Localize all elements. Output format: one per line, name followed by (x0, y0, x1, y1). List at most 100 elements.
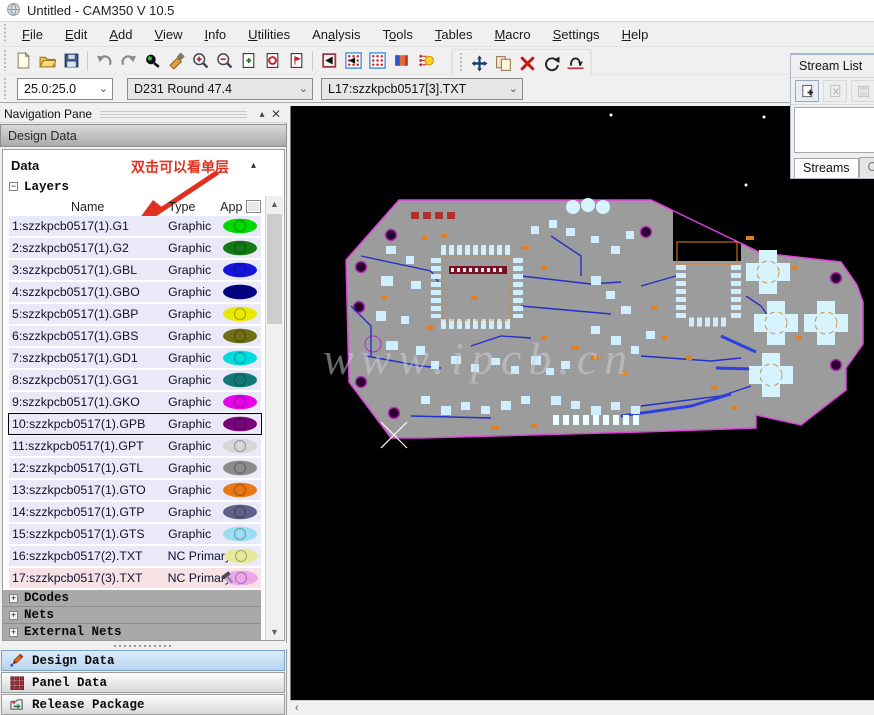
grid-select-arrow-icon[interactable] (341, 49, 365, 73)
delete-icon[interactable] (515, 51, 539, 75)
design-data-section-header[interactable]: Design Data (0, 124, 287, 147)
layer-color-swatch[interactable] (221, 350, 261, 366)
layer-row[interactable]: 3:szzkpcb0517(1).GBL Graphic (9, 260, 261, 280)
design-data-icon[interactable] (7, 652, 25, 670)
layer-color-swatch[interactable] (221, 526, 261, 542)
drag-grip[interactable] (100, 111, 247, 118)
layer-row[interactable]: 9:szzkpcb0517(1).GKO Graphic (9, 392, 261, 412)
menu-add[interactable]: Add (98, 24, 143, 45)
layer-row[interactable]: 4:szzkpcb0517(1).GBO Graphic (9, 282, 261, 302)
layer-row[interactable]: 7:szzkpcb0517(1).GD1 Graphic (9, 348, 261, 368)
collapse-pane-icon[interactable]: ▴ (255, 109, 269, 120)
layer-color-swatch[interactable] (221, 504, 261, 520)
net-highlight-icon[interactable] (413, 49, 437, 73)
toolbar-grip[interactable] (2, 78, 7, 100)
tree-node-external-nets[interactable]: +External Nets (3, 624, 261, 641)
tab-streams[interactable]: Streams (794, 158, 859, 178)
layer-row[interactable]: 15:szzkpcb0517(1).GTS Graphic (9, 524, 261, 544)
layer-color-swatch[interactable] (221, 218, 261, 234)
layer-color-swatch[interactable] (221, 394, 261, 410)
scroll-up-icon[interactable]: ▲ (266, 196, 283, 212)
navigation-pane-header[interactable]: Navigation Pane ▴ ✕ (0, 106, 287, 123)
layer-color-swatch[interactable] (221, 438, 261, 454)
pcb-viewport[interactable]: www.ipcb.cn (290, 106, 874, 700)
menu-help[interactable]: Help (611, 24, 660, 45)
menu-info[interactable]: Info (193, 24, 237, 45)
query-filter-icon[interactable] (140, 49, 164, 73)
menu-view[interactable]: View (144, 24, 194, 45)
toolbar-grip[interactable] (458, 53, 463, 74)
grid-select-icon[interactable] (365, 49, 389, 73)
layer-row[interactable]: 16:szzkpcb0517(2).TXT NC Primary (9, 546, 261, 566)
copy-icon[interactable] (491, 51, 515, 75)
scroll-down-icon[interactable]: ▼ (266, 624, 283, 640)
collapse-minus-icon[interactable]: − (9, 182, 18, 191)
layer-color-swatch[interactable] (221, 240, 261, 256)
layer-color-swatch[interactable] (222, 548, 261, 564)
column-name[interactable]: Name (9, 200, 166, 214)
layer-row[interactable]: 8:szzkpcb0517(1).GG1 Graphic (9, 370, 261, 390)
layer-color-swatch[interactable] (221, 262, 261, 278)
menu-tables[interactable]: Tables (424, 24, 484, 45)
layer-row[interactable]: 1:szzkpcb0517(1).G1 Graphic (9, 216, 261, 236)
layer-color-swatch[interactable] (221, 482, 261, 498)
mirror-icon[interactable] (563, 51, 587, 75)
menu-macro[interactable]: Macro (483, 24, 541, 45)
open-folder-icon[interactable] (35, 49, 59, 73)
stream-list-title[interactable]: Stream List (791, 55, 874, 78)
layer-row[interactable]: 2:szzkpcb0517(1).G2 Graphic (9, 238, 261, 258)
layers-tree-node[interactable]: − Layers (3, 178, 285, 195)
panel-data-icon[interactable] (7, 674, 25, 692)
menu-tools[interactable]: Tools (372, 24, 424, 45)
tree-scrollbar[interactable]: ▲ ▼ (265, 196, 283, 640)
scroll-left-icon[interactable]: ‹ (295, 702, 299, 714)
close-pane-icon[interactable]: ✕ (269, 107, 283, 121)
layer-color-swatch[interactable] (221, 416, 261, 432)
release-package-button[interactable]: Release Package (1, 694, 285, 715)
active-layer-combo[interactable]: L17:szzkpcb0517[3].TXT ⌄ (321, 78, 523, 100)
save-icon[interactable] (59, 49, 83, 73)
menu-settings[interactable]: Settings (542, 24, 611, 45)
layer-color-swatch[interactable] (221, 372, 261, 388)
canvas-hscrollbar[interactable]: ‹ (290, 700, 874, 715)
menu-edit[interactable]: Edit (54, 24, 98, 45)
column-app[interactable]: App (220, 200, 246, 214)
column-type[interactable]: Type (166, 200, 220, 214)
release-package-icon[interactable] (7, 696, 25, 714)
tree-node-nets[interactable]: +Nets (3, 607, 261, 624)
collapse-data-icon[interactable]: ▴ (251, 160, 256, 171)
layer-color-swatch[interactable] (221, 328, 261, 344)
expand-plus-icon[interactable]: + (9, 611, 18, 620)
layer-color-swatch[interactable] (221, 284, 261, 300)
scrollbar-thumb[interactable] (267, 214, 282, 324)
layer-row[interactable]: 11:szzkpcb0517(1).GPT Graphic (9, 436, 261, 456)
expand-plus-icon[interactable]: + (9, 594, 18, 603)
data-group-label[interactable]: Data (11, 158, 39, 173)
file-add-icon[interactable] (236, 49, 260, 73)
rotate-icon[interactable] (539, 51, 563, 75)
zoom-out-icon[interactable] (212, 49, 236, 73)
table-settings-icon[interactable] (246, 200, 261, 213)
tab-options[interactable]: Options (859, 157, 874, 177)
toolbar-grip[interactable] (2, 50, 7, 72)
menu-utilities[interactable]: Utilities (237, 24, 301, 45)
layer-color-swatch[interactable] (221, 306, 261, 322)
layer-row[interactable]: 5:szzkpcb0517(1).GBP Graphic (9, 304, 261, 324)
menu-file[interactable]: File (11, 24, 54, 45)
clean-brush-icon[interactable] (164, 49, 188, 73)
stream-list-box[interactable] (794, 107, 874, 153)
toolbar-grip[interactable] (2, 24, 7, 43)
tree-node-dcodes[interactable]: +DCodes (3, 590, 261, 607)
panel-data-button[interactable]: Panel Data (1, 672, 285, 693)
layer-palette-icon[interactable] (389, 49, 413, 73)
layer-row[interactable]: 10:szzkpcb0517(1).GPB Graphic (9, 414, 261, 434)
layer-row[interactable]: 17:szzkpcb0517(3).TXT NC Primary (9, 568, 261, 588)
undo-icon[interactable] (92, 49, 116, 73)
expand-plus-icon[interactable]: + (9, 628, 18, 637)
layer-row[interactable]: 14:szzkpcb0517(1).GTP Graphic (9, 502, 261, 522)
move-icon[interactable] (467, 51, 491, 75)
layer-row[interactable]: 13:szzkpcb0517(1).GTO Graphic (9, 480, 261, 500)
design-data-button[interactable]: Design Data (1, 650, 285, 671)
file-circle-icon[interactable] (260, 49, 284, 73)
grid-select-combo[interactable]: 25.0:25.0 ⌄ (17, 78, 113, 100)
